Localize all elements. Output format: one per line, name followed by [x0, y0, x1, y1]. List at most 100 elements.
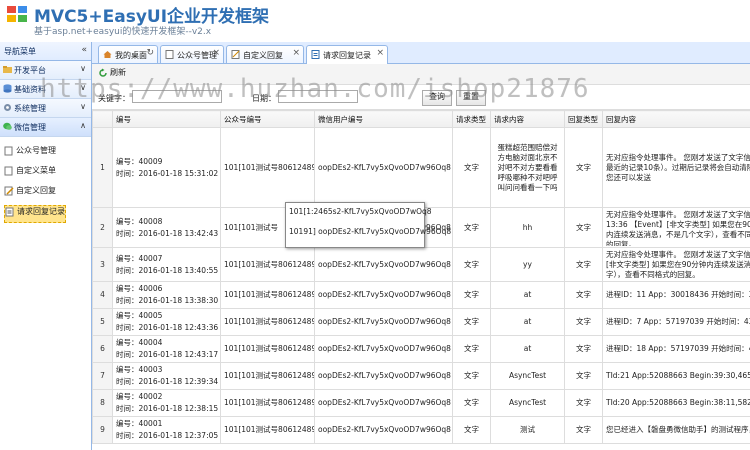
column-header[interactable]: 请求类型 [452, 110, 491, 128]
keyword-input[interactable] [132, 90, 222, 103]
reset-button[interactable]: 重置 [456, 90, 486, 106]
table-cell: 编号：40002 时间：2016-01-18 12:38:15 [112, 389, 221, 417]
sidebar-header: 导航菜单 « [0, 42, 91, 61]
table-row[interactable]: 3 编号：40007 时间：2016-01-18 13:40:55 101[101测试… [92, 247, 750, 282]
table-cell: 编号：40003 时间：2016-01-18 12:39:34 [112, 362, 221, 390]
column-header[interactable]: 微信用户编号 [314, 110, 453, 128]
reply-content-cell: 进程ID：11 App：30018436 开始时间：38: [606, 290, 750, 299]
table-cell: oopDEs2-KfL7vy5xQvoOD7w96Oq8 [314, 416, 453, 444]
accordion-dev-platform[interactable]: 开发平台 ∨ [0, 61, 91, 80]
chevron-up-icon: ∧ [80, 121, 86, 130]
table-cell: 文字 [564, 362, 603, 390]
document-icon [4, 146, 13, 155]
table-cell: 6 [92, 335, 113, 363]
folder-icon [3, 66, 12, 73]
request-type-cell: 文字 [464, 259, 479, 269]
column-header-rownum [92, 110, 113, 128]
request-type-cell: 文字 [464, 344, 479, 353]
search-button[interactable]: 查询 [422, 90, 452, 106]
refresh-tab-icon[interactable]: ↻ [146, 48, 154, 58]
reply-type-cell: 文字 [576, 162, 591, 172]
reply-content-cell: TId:21 App:52088663 Begin:39:30,4655 En [606, 371, 750, 380]
sidebar: 导航菜单 « 开发平台 ∨ 基础资料 ∨ 系统管理 ∨ 微信管理 ∧ 公众号管理… [0, 42, 92, 450]
app-subtitle: 基于asp.net+easyui的快速开发框架--v2.x [34, 27, 212, 37]
database-icon [3, 84, 12, 93]
table-cell: 编号：40009 时间：2016-01-18 15:31:02 [112, 127, 221, 208]
table-row[interactable]: 5 编号：40005 时间：2016-01-18 12:43:36 101[101测试… [92, 308, 750, 336]
table-cell: 101[101测试号806124891] [220, 127, 315, 208]
tree-item-label: 公众号管理 [16, 146, 56, 155]
column-header[interactable]: 公众号编号 [220, 110, 315, 128]
column-header[interactable]: 请求内容 [490, 110, 565, 128]
table-cell: oopDEs2-KfL7vy5xQvoOD7w96Oq8 [314, 281, 453, 309]
user-cell: oopDEs2-KfL7vy5xQvoOD7w96Oq8 [318, 162, 451, 172]
table-cell: 编号：40008 时间：2016-01-18 13:42:43 [112, 207, 221, 248]
tree-item-custom-reply[interactable]: 自定义回复 [4, 185, 56, 201]
record-id: 编号：40003 [116, 365, 163, 374]
tab-label: 请求回复记录 [323, 51, 371, 60]
column-header[interactable]: 回复类型 [564, 110, 603, 128]
record-time: 时间：2016-01-18 13:38:30 [116, 296, 219, 305]
table-cell: 编号：40001 时间：2016-01-18 12:37:05 [112, 416, 221, 444]
table-cell: 文字 [564, 308, 603, 336]
table-row[interactable]: 9 编号：40001 时间：2016-01-18 12:37:05 101[101测试… [92, 416, 750, 444]
tab-accounts[interactable]: 公众号管理 × [160, 45, 224, 63]
table-cell: 蛋糕超范围赔偿对方电脑对面北京不对吧不对方要看看呼吸哪种不对吧呼叫问问看看一下吗 [490, 127, 565, 208]
tree-item-request-log[interactable]: 请求回复记录 [4, 205, 66, 223]
accordion-wechat[interactable]: 微信管理 ∧ [0, 118, 91, 137]
user-cell: oopDEs2-KfL7vy5xQvoOD7w96Oq8 [318, 259, 451, 269]
table-cell: 101[101测试号806124891] [220, 247, 315, 282]
request-content-cell: 蛋糕超范围赔偿对方电脑对面北京不对吧不对方要看看呼吸哪种不对吧呼叫问问看看一下吗 [497, 142, 558, 192]
home-icon [103, 51, 112, 58]
table-row[interactable]: 4 编号：40006 时间：2016-01-18 13:38:30 101[101测试… [92, 281, 750, 309]
table-cell: 编号：40004 时间：2016-01-18 12:43:17 [112, 335, 221, 363]
tab-request-log[interactable]: 请求回复记录 × [306, 45, 388, 64]
close-icon[interactable]: × [212, 48, 220, 58]
date-input[interactable] [278, 90, 358, 103]
row-number: 2 [100, 222, 105, 232]
table-cell: 文字 [452, 389, 491, 417]
accordion-system[interactable]: 系统管理 ∨ [0, 99, 91, 118]
tab-label: 自定义回复 [243, 51, 283, 60]
reply-content-cell: 无对应指令处理事件。 您刚才发送了文字信息 13:36 【Event】[非文字类… [606, 209, 750, 246]
close-icon[interactable]: × [376, 48, 384, 58]
tree-item-custom-menu[interactable]: 自定义菜单 [4, 165, 56, 181]
table-row[interactable]: 1 编号：40009 时间：2016-01-18 15:31:02 101[101测试… [92, 127, 750, 208]
search-bar: 关键字： 日期： 查询 重置 [92, 85, 750, 110]
refresh-button[interactable]: 刷新 [98, 67, 126, 78]
table-row[interactable]: 8 编号：40002 时间：2016-01-18 12:38:15 101[101测试… [92, 389, 750, 417]
row-number: 5 [100, 317, 105, 326]
table-cell: 9 [92, 416, 113, 444]
record-time: 时间：2016-01-18 12:37:05 [116, 431, 219, 440]
tab-strip: 我的桌面 ↻ 公众号管理 × 自定义回复 × 请求回复记录 × [92, 42, 750, 64]
table-cell: 7 [92, 362, 113, 390]
row-number: 1 [100, 162, 105, 172]
tab-custom-reply[interactable]: 自定义回复 × [226, 45, 304, 63]
collapse-icon[interactable]: « [81, 45, 87, 55]
table-cell: 4 [92, 281, 113, 309]
user-cell: oopDEs2-KfL7vy5xQvoOD7w96Oq8 [318, 371, 451, 380]
table-row[interactable]: 6 编号：40004 时间：2016-01-18 12:43:17 101[101测试… [92, 335, 750, 363]
table-cell: 文字 [564, 281, 603, 309]
account-cell: 101[101测试号806124891] [224, 425, 315, 434]
reply-content-cell: 无对应指令处理事件。 您刚才发送了文字信息。 最近的记录10条）。过期后记录将会… [606, 152, 750, 182]
table-cell: 文字 [564, 416, 603, 444]
record-id: 编号：40006 [116, 284, 163, 293]
log-icon [311, 50, 320, 59]
table-cell: 101[101测试号806124891] [220, 389, 315, 417]
accordion-label: 基础资料 [14, 85, 46, 94]
close-icon[interactable]: × [292, 48, 300, 58]
record-time: 时间：2016-01-18 13:40:55 [116, 265, 219, 275]
column-header[interactable]: 回复内容 [602, 110, 750, 128]
table-cell: 文字 [452, 127, 491, 208]
tree-item-accounts[interactable]: 公众号管理 [4, 145, 56, 161]
table-row[interactable]: 7 编号：40003 时间：2016-01-18 12:39:34 101[101测试… [92, 362, 750, 390]
accordion-base-data[interactable]: 基础资料 ∨ [0, 80, 91, 99]
reply-type-cell: 文字 [576, 344, 591, 353]
column-header[interactable]: 编号 [112, 110, 221, 128]
record-id: 编号：40002 [116, 392, 163, 401]
tree-item-label: 请求回复记录 [17, 207, 65, 216]
tab-desktop[interactable]: 我的桌面 ↻ [98, 45, 158, 63]
table-cell: TId:20 App:52088663 Begin:38:11,5828 En [602, 389, 750, 417]
tree-item-label: 自定义回复 [16, 186, 56, 195]
